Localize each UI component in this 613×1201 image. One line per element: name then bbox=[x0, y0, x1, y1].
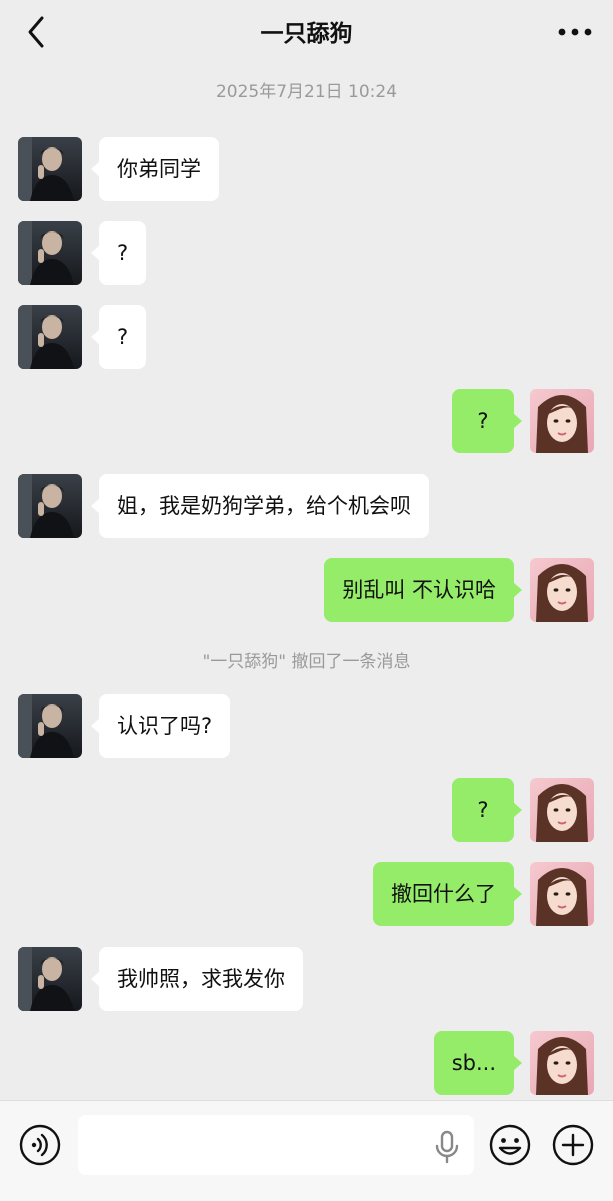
more-button[interactable] bbox=[555, 20, 595, 44]
incoming-message[interactable]: 姐，我是奶狗学弟，给个机会呗 bbox=[91, 474, 429, 538]
contact-avatar[interactable] bbox=[18, 474, 82, 538]
contact-avatar[interactable] bbox=[18, 137, 82, 201]
contact-avatar[interactable] bbox=[18, 947, 82, 1011]
contact-avatar[interactable] bbox=[18, 221, 82, 285]
my-avatar[interactable] bbox=[530, 862, 594, 926]
plus-button[interactable] bbox=[551, 1123, 595, 1171]
input-bar bbox=[0, 1100, 613, 1201]
my-avatar[interactable] bbox=[530, 389, 594, 453]
voice-button[interactable] bbox=[18, 1123, 62, 1171]
my-avatar[interactable] bbox=[530, 1031, 594, 1095]
my-avatar[interactable] bbox=[530, 558, 594, 622]
timestamp: 2025年7月21日 10:24 bbox=[215, 82, 398, 102]
recall-notice: "一只舔狗" 撤回了一条消息 bbox=[202, 652, 411, 672]
incoming-message[interactable]: 你弟同学 bbox=[91, 137, 219, 201]
outgoing-message[interactable]: sb... bbox=[433, 1031, 523, 1095]
mic-button[interactable] bbox=[432, 1129, 462, 1169]
plus-icon bbox=[552, 1124, 594, 1166]
contact-avatar[interactable] bbox=[18, 694, 82, 758]
outgoing-message[interactable]: 撤回什么了 bbox=[373, 862, 522, 926]
chat-title: 一只舔狗 bbox=[260, 21, 353, 47]
more-dots-icon bbox=[558, 28, 592, 36]
incoming-message[interactable]: ? bbox=[90, 305, 147, 369]
outgoing-message[interactable]: ? bbox=[452, 389, 522, 453]
voice-icon bbox=[19, 1124, 61, 1166]
incoming-message[interactable]: 认识了吗? bbox=[90, 694, 231, 758]
chat-header: 一只舔狗 bbox=[0, 0, 613, 66]
incoming-message[interactable]: 我帅照，求我发你 bbox=[91, 947, 303, 1011]
outgoing-message[interactable]: 别乱叫 不认识哈 bbox=[324, 558, 522, 622]
message-input[interactable] bbox=[78, 1115, 474, 1175]
incoming-message[interactable]: ? bbox=[90, 221, 147, 285]
my-avatar[interactable] bbox=[530, 778, 594, 842]
emoji-button[interactable] bbox=[488, 1123, 532, 1171]
outgoing-message[interactable]: ? bbox=[452, 778, 522, 842]
contact-avatar[interactable] bbox=[18, 305, 82, 369]
microphone-icon bbox=[435, 1130, 459, 1164]
emoji-icon bbox=[489, 1124, 531, 1166]
